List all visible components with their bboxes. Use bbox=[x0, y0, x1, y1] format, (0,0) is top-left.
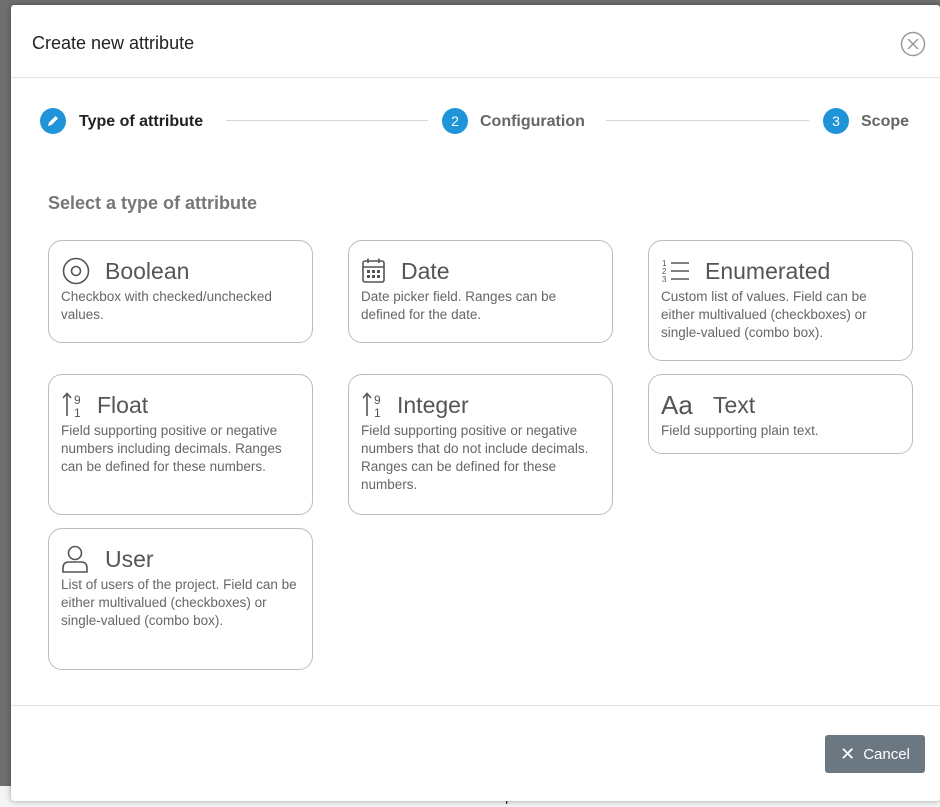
user-icon bbox=[61, 544, 93, 574]
attribute-type-name: Text bbox=[713, 391, 756, 418]
text-font-icon: Aa bbox=[661, 390, 709, 420]
svg-text:3: 3 bbox=[662, 275, 667, 284]
radio-target-icon bbox=[61, 256, 93, 286]
cancel-button-label: Cancel bbox=[863, 745, 910, 763]
attribute-type-name: Date bbox=[401, 257, 450, 284]
step-3-number: 3 bbox=[823, 108, 849, 134]
numbered-list-icon: 1 2 3 bbox=[661, 256, 693, 286]
attribute-type-card-float[interactable]: 9 1 Float Field supporting positive or n… bbox=[48, 374, 313, 515]
attribute-type-name: Integer bbox=[397, 391, 469, 418]
attribute-type-name: Float bbox=[97, 391, 149, 418]
stepper: Type of attribute 2 Configuration 3 Scop… bbox=[11, 105, 940, 139]
calendar-icon bbox=[361, 256, 393, 286]
step-1-pencil-icon bbox=[40, 108, 66, 134]
attribute-type-card-date[interactable]: Date Date picker field. Ranges can be de… bbox=[348, 240, 613, 343]
create-attribute-dialog: Create new attribute Type of attribute 2… bbox=[11, 5, 940, 801]
svg-text:9: 9 bbox=[74, 393, 81, 407]
attribute-type-description: List of users of the project. Field can … bbox=[61, 577, 297, 628]
cancel-button[interactable]: ✕ Cancel bbox=[825, 735, 925, 773]
attribute-type-description: Field supporting plain text. bbox=[661, 423, 819, 438]
attribute-type-name: Enumerated bbox=[705, 257, 831, 284]
attribute-type-description: Checkbox with checked/unchecked values. bbox=[61, 289, 272, 322]
attribute-type-description: Custom list of values. Field can be eith… bbox=[661, 289, 867, 340]
step-3-label: Scope bbox=[861, 113, 910, 130]
attribute-type-card-user[interactable]: User List of users of the project. Field… bbox=[48, 528, 313, 670]
attribute-type-card-enumerated[interactable]: 1 2 3 Enumerated Custom list of values. … bbox=[648, 240, 913, 361]
attribute-type-description: Field supporting positive or negative nu… bbox=[361, 423, 589, 492]
attribute-type-name: User bbox=[105, 545, 154, 572]
svg-text:1: 1 bbox=[374, 406, 381, 420]
dialog-footer-divider bbox=[11, 705, 940, 706]
attribute-type-description: Date picker field. Ranges can be defined… bbox=[361, 289, 557, 322]
close-icon[interactable] bbox=[900, 31, 926, 57]
attribute-type-card-integer[interactable]: 9 1 Integer Field supporting positive or… bbox=[348, 374, 613, 515]
dialog-header: Create new attribute bbox=[11, 5, 940, 78]
attribute-type-description: Field supporting positive or negative nu… bbox=[61, 423, 282, 474]
step-2-label: Configuration bbox=[480, 113, 585, 130]
step-connector bbox=[606, 120, 809, 121]
svg-text:1: 1 bbox=[74, 406, 81, 420]
dialog-title: Create new attribute bbox=[32, 33, 195, 53]
step-2-number: 2 bbox=[442, 108, 468, 134]
attribute-type-name: Boolean bbox=[105, 257, 190, 284]
svg-text:Aa: Aa bbox=[661, 390, 693, 420]
attribute-type-card-text[interactable]: Aa Text Field supporting plain text. bbox=[648, 374, 913, 454]
attribute-type-card-boolean[interactable]: Boolean Checkbox with checked/unchecked … bbox=[48, 240, 313, 343]
sort-numeric-icon: 9 1 bbox=[361, 390, 393, 420]
svg-text:9: 9 bbox=[374, 393, 381, 407]
close-icon: ✕ bbox=[840, 744, 856, 764]
section-title: Select a type of attribute bbox=[48, 193, 258, 213]
step-1-label: Type of attribute bbox=[79, 113, 204, 130]
sort-numeric-icon: 9 1 bbox=[61, 390, 93, 420]
step-connector bbox=[226, 120, 428, 121]
